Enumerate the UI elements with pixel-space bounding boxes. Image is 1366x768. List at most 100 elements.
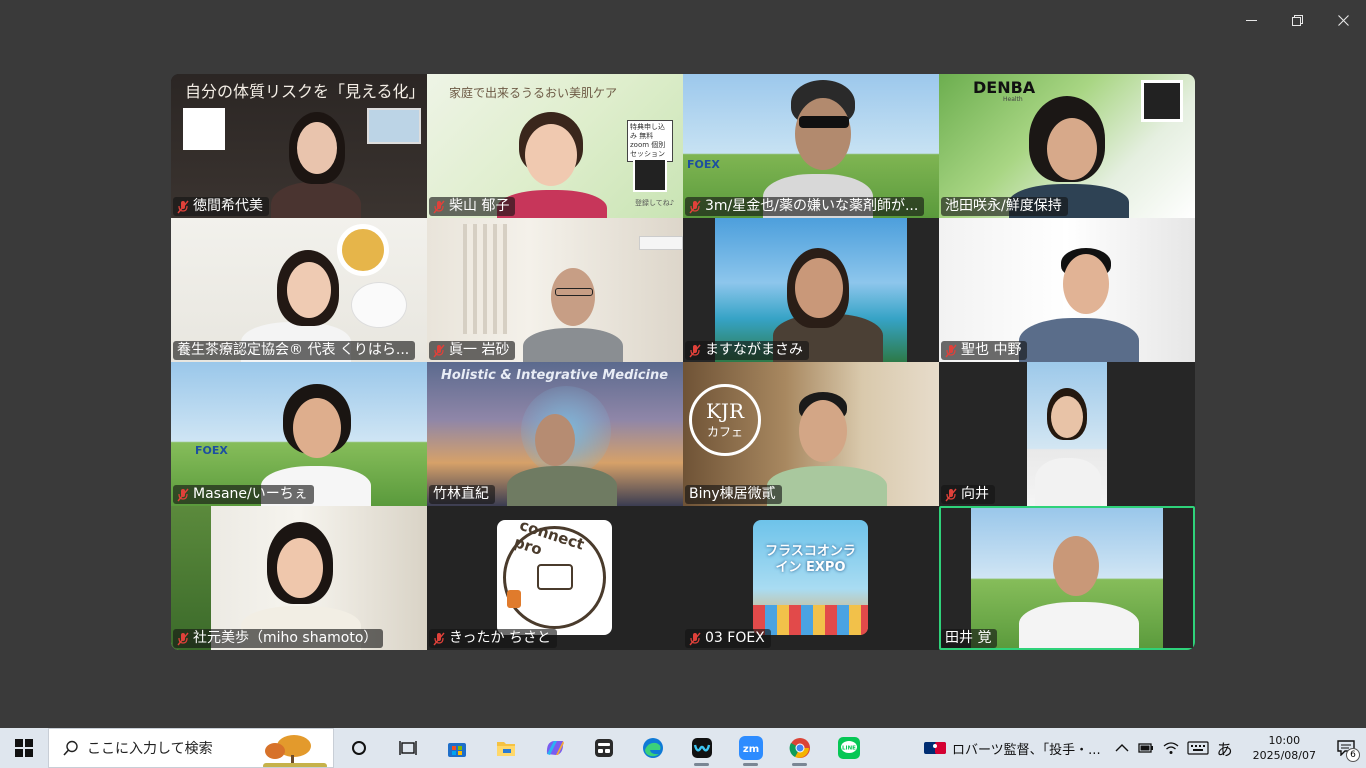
participant-name-tag: 眞一 岩砂 xyxy=(429,341,516,360)
webex-button[interactable] xyxy=(677,728,726,768)
task-view-button[interactable] xyxy=(334,728,383,768)
clock[interactable]: 10:00 2025/08/07 xyxy=(1243,733,1326,763)
edge-icon xyxy=(642,738,663,758)
participant-figure xyxy=(271,182,361,218)
restore-icon xyxy=(1291,14,1303,26)
minimize-icon xyxy=(1245,19,1257,21)
close-icon xyxy=(1337,14,1349,26)
keyboard-icon[interactable] xyxy=(1186,741,1209,755)
mic-muted-icon xyxy=(433,344,445,357)
system-tray-area: ロバーツ監督、「投手・... あ 10:00 2025/08/07 6 xyxy=(923,728,1366,768)
video-gallery: 自分の体質リスクを「見える化」 徳間希代美 家庭で出来るうるおい美肌ケア 特典申… xyxy=(171,74,1195,650)
notification-center-button[interactable]: 6 xyxy=(1326,728,1366,768)
participant-tile[interactable]: 家庭で出来るうるおい美肌ケア 特典申し込み 無料zoom 個別セッション 登録し… xyxy=(427,74,683,218)
participant-tile[interactable]: 向井 xyxy=(939,362,1195,506)
mlb-logo-icon xyxy=(923,742,946,754)
mic-muted-icon xyxy=(433,200,445,213)
participant-tile[interactable]: Holistic & Integrative Medicine 竹林直紀 xyxy=(427,362,683,506)
participant-name-tag: 03 FOEX xyxy=(685,629,771,648)
glasses-image xyxy=(555,288,593,296)
task-view-icon xyxy=(398,741,417,755)
restore-button[interactable] xyxy=(1274,0,1320,40)
participant-tile[interactable]: 養生茶療認定協会® 代表 くりはら... xyxy=(171,218,427,362)
mic-muted-icon xyxy=(945,344,957,357)
curtain-image xyxy=(463,224,507,334)
participant-tile[interactable]: connect pro きったか ちさと xyxy=(427,506,683,650)
foex-logo: FOEX xyxy=(195,444,228,457)
mic-muted-icon xyxy=(945,488,957,501)
line-button[interactable]: LINE xyxy=(824,728,873,768)
participant-tile[interactable]: FOEX Masane/いーちぇ xyxy=(171,362,427,506)
participant-name-tag: 3m/星金也/薬の嫌いな薬剤師が... xyxy=(685,197,925,216)
zoom-icon: zm xyxy=(738,736,763,760)
participant-name-tag: 池田咲永/鮮度保持 xyxy=(941,197,1068,216)
qr-code-image xyxy=(1141,80,1183,122)
tray-icons: あ xyxy=(1115,736,1243,760)
mic-muted-icon xyxy=(177,632,189,645)
kjr-cafe-logo: KJR カフェ xyxy=(689,384,761,456)
participant-tile[interactable]: KJR カフェ Biny棟居微貳 xyxy=(683,362,939,506)
tea-cup-image xyxy=(337,224,389,276)
virtual-bg-title: 家庭で出来るうるおい美肌ケア xyxy=(449,86,618,100)
participant-tile[interactable]: DENBA Health 池田咲永/鮮度保持 xyxy=(939,74,1195,218)
participant-tile[interactable]: ますながまさみ xyxy=(683,218,939,362)
chevron-up-icon[interactable] xyxy=(1115,743,1129,753)
participant-tile[interactable]: フラスコオンライン EXPO 03 FOEX xyxy=(683,506,939,650)
glasses-image xyxy=(799,116,849,128)
qr-code-image xyxy=(633,158,667,192)
participant-figure xyxy=(507,466,617,506)
participant-tile[interactable]: 聖也 中野 xyxy=(939,218,1195,362)
search-icon xyxy=(63,740,78,756)
participant-tile[interactable]: FOEX 3m/星金也/薬の嫌いな薬剤師が... xyxy=(683,74,939,218)
participant-name-tag: 柴山 郁子 xyxy=(429,197,516,216)
svg-text:zm: zm xyxy=(742,744,758,755)
qr-code-image xyxy=(183,108,225,150)
taskview-button[interactable] xyxy=(383,728,432,768)
foex-logo: FOEX xyxy=(687,158,720,171)
ms-store-button[interactable] xyxy=(432,728,481,768)
virtual-bg-title: 自分の体質リスクを「見える化」 xyxy=(185,82,425,101)
wifi-icon[interactable] xyxy=(1163,741,1179,755)
line-icon: LINE xyxy=(837,737,860,759)
chrome-icon xyxy=(789,738,810,758)
denba-logo: DENBA xyxy=(973,78,1036,97)
windows-logo-icon xyxy=(15,739,33,757)
mic-muted-icon xyxy=(689,200,701,213)
news-widget[interactable]: ロバーツ監督、「投手・... xyxy=(923,739,1115,758)
webex-icon xyxy=(691,738,712,758)
virtual-bg-note: 特典申し込み 無料zoom 個別セッション xyxy=(627,120,673,162)
denba-caption: Health xyxy=(1003,96,1023,103)
store-icon xyxy=(447,743,466,757)
mic-muted-icon xyxy=(689,632,701,645)
file-explorer-button[interactable] xyxy=(481,728,530,768)
participant-name-tag: 養生茶療認定協会® 代表 くりはら... xyxy=(173,341,416,360)
zoom-button[interactable]: zm xyxy=(726,728,775,768)
copilot-button[interactable] xyxy=(530,728,579,768)
participant-tile[interactable]: 眞一 岩砂 xyxy=(427,218,683,362)
window-controls xyxy=(1228,0,1366,40)
participant-tile[interactable]: 社元美歩（miho shamoto） xyxy=(171,506,427,650)
ime-mode-indicator[interactable]: あ xyxy=(1217,736,1233,760)
participant-tile[interactable]: 自分の体質リスクを「見える化」 徳間希代美 xyxy=(171,74,427,218)
minimize-button[interactable] xyxy=(1228,0,1274,40)
clock-time: 10:00 xyxy=(1268,734,1301,747)
taskbar-search-box[interactable]: ここに入力して検索 xyxy=(48,728,334,768)
participant-figure xyxy=(767,466,887,506)
edge-button[interactable] xyxy=(628,728,677,768)
chrome-button[interactable] xyxy=(775,728,824,768)
participant-figure xyxy=(1019,318,1139,362)
battery-plug-icon[interactable] xyxy=(1137,741,1155,755)
participant-name-tag: 徳間希代美 xyxy=(173,197,269,216)
notification-count-badge: 6 xyxy=(1346,748,1360,762)
participant-figure xyxy=(1019,602,1139,650)
close-button[interactable] xyxy=(1320,0,1366,40)
participant-tile-active-speaker[interactable]: 田井 覚 xyxy=(939,506,1195,650)
copilot-icon xyxy=(546,741,564,755)
participant-name-tag: Masane/いーちぇ xyxy=(173,485,314,504)
taskbar: ここに入力して検索 zm LINE ロバーツ監督、「投手・... あ 10:00… xyxy=(0,728,1366,768)
dashboard-app-button[interactable] xyxy=(579,728,628,768)
folder-icon xyxy=(496,742,515,756)
participant-name-tag: きったか ちさと xyxy=(429,629,557,648)
start-button[interactable] xyxy=(0,728,48,768)
participant-name-tag: 田井 覚 xyxy=(941,629,998,648)
